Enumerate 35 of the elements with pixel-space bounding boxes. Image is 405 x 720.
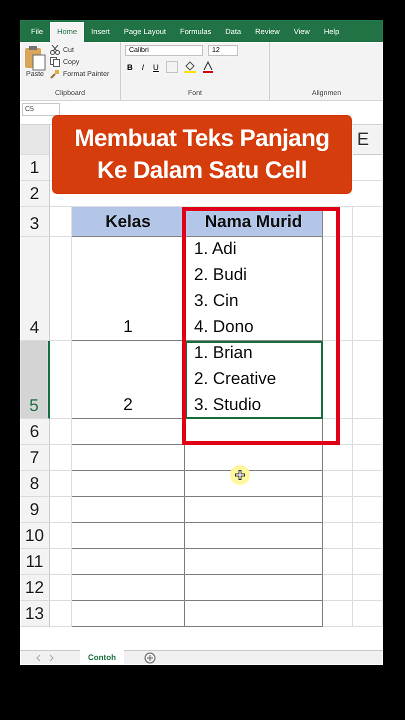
table-cell[interactable]: Kelas	[72, 207, 185, 237]
row-header[interactable]: 6	[20, 419, 50, 445]
row-header[interactable]: 2	[20, 181, 50, 207]
cursor-icon	[229, 464, 251, 486]
italic-button[interactable]: I	[140, 62, 146, 72]
row-header[interactable]: 12	[20, 575, 50, 601]
add-sheet-icon[interactable]	[144, 652, 156, 664]
column-header[interactable]: E	[353, 125, 383, 155]
row-header[interactable]: 7	[20, 445, 50, 471]
bold-button[interactable]: B	[125, 62, 135, 72]
fill-color-icon[interactable]	[182, 61, 197, 73]
table-cell[interactable]: 1. Adi 2. Budi 3. Cin 4. Dono	[185, 237, 323, 341]
row-header[interactable]: 13	[20, 601, 50, 627]
font-color-icon[interactable]	[202, 61, 214, 73]
underline-button[interactable]: U	[151, 62, 161, 72]
banner-text: Membuat Teks Panjang	[74, 124, 330, 154]
banner-text: Ke Dalam Satu Cell	[97, 156, 307, 186]
table-cell[interactable]: 1. Brian 2. Creative 3. Studio	[185, 341, 323, 419]
row-header[interactable]: 10	[20, 523, 50, 549]
copy-icon	[50, 57, 60, 67]
brush-icon	[50, 69, 60, 79]
table-cell[interactable]: 1	[72, 237, 185, 341]
row-header[interactable]: 3	[20, 207, 50, 237]
sheet-tab[interactable]: Contoh	[80, 650, 124, 665]
row-header[interactable]: 9	[20, 497, 50, 523]
row-header[interactable]: 4	[20, 237, 50, 341]
scissors-icon	[50, 45, 60, 55]
table-cell[interactable]: 2	[72, 341, 185, 419]
select-all-corner[interactable]	[20, 125, 50, 155]
row-header[interactable]: 11	[20, 549, 50, 575]
row-header[interactable]: 5	[20, 341, 50, 419]
row-header[interactable]: 8	[20, 471, 50, 497]
row-header[interactable]: 1	[20, 155, 50, 181]
clipboard-icon	[24, 45, 46, 71]
borders-icon[interactable]	[166, 61, 178, 73]
